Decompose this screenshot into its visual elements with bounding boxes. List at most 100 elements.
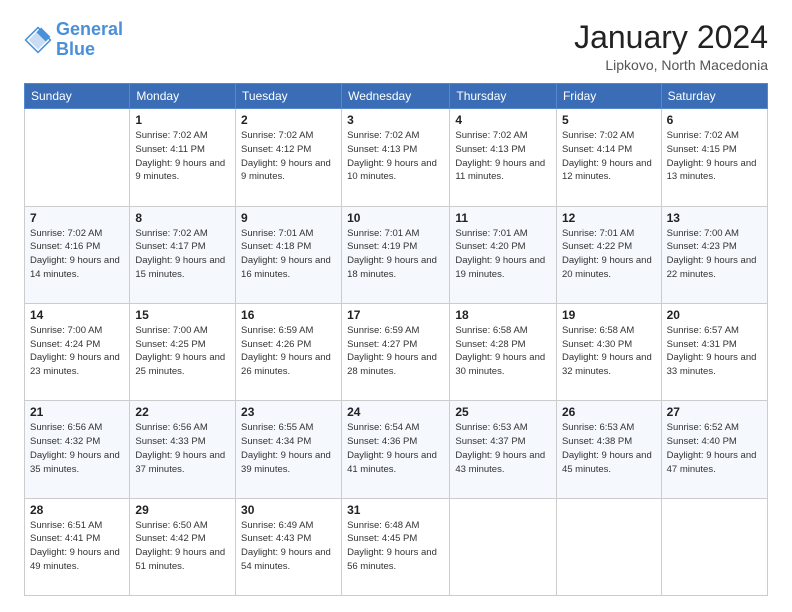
- week-row-5: 28 Sunrise: 6:51 AMSunset: 4:41 PMDayligh…: [25, 498, 768, 595]
- day-number: 11: [455, 211, 551, 225]
- page: General Blue January 2024 Lipkovo, North…: [0, 0, 792, 612]
- day-cell: 1 Sunrise: 7:02 AMSunset: 4:11 PMDaylight…: [130, 109, 236, 206]
- day-number: 1: [135, 113, 230, 127]
- day-info: Sunrise: 7:01 AMSunset: 4:18 PMDaylight:…: [241, 227, 336, 282]
- logo-line1: General: [56, 19, 123, 39]
- title-block: January 2024 Lipkovo, North Macedonia: [574, 20, 768, 73]
- week-row-2: 7Sunrise: 7:02 AMSunset: 4:16 PMDaylight…: [25, 206, 768, 303]
- day-cell: 12Sunrise: 7:01 AMSunset: 4:22 PMDayligh…: [556, 206, 661, 303]
- day-number: 22: [135, 405, 230, 419]
- day-info: Sunrise: 6:52 AMSunset: 4:40 PMDaylight:…: [667, 421, 762, 476]
- day-number: 24: [347, 405, 444, 419]
- day-header-sunday: Sunday: [25, 84, 130, 109]
- day-cell: [450, 498, 557, 595]
- day-info: Sunrise: 7:00 AMSunset: 4:23 PMDaylight:…: [667, 227, 762, 282]
- day-info: Sunrise: 6:53 AMSunset: 4:37 PMDaylight:…: [455, 421, 551, 476]
- day-number: 14: [30, 308, 124, 322]
- day-info: Sunrise: 6:58 AMSunset: 4:28 PMDaylight:…: [455, 324, 551, 379]
- week-row-1: 1 Sunrise: 7:02 AMSunset: 4:11 PMDaylight…: [25, 109, 768, 206]
- logo: General Blue: [24, 20, 123, 60]
- day-info: Sunrise: 7:02 AMSunset: 4:11 PMDaylight:…: [135, 129, 230, 184]
- day-number: 29: [135, 503, 230, 517]
- day-info: Sunrise: 7:02 AMSunset: 4:14 PMDaylight:…: [562, 129, 656, 184]
- day-cell: [661, 498, 767, 595]
- day-cell: 14 Sunrise: 7:00 AMSunset: 4:24 PMDayligh…: [25, 303, 130, 400]
- main-title: January 2024: [574, 20, 768, 55]
- day-header-friday: Friday: [556, 84, 661, 109]
- day-cell: 23Sunrise: 6:55 AMSunset: 4:34 PMDayligh…: [236, 401, 342, 498]
- day-info: Sunrise: 7:01 AMSunset: 4:19 PMDaylight:…: [347, 227, 444, 282]
- day-info: Sunrise: 6:51 AMSunset: 4:41 PMDaylight:…: [30, 519, 124, 574]
- day-number: 8: [135, 211, 230, 225]
- day-cell: 26 Sunrise: 6:53 AMSunset: 4:38 PMDayligh…: [556, 401, 661, 498]
- day-info: Sunrise: 6:57 AMSunset: 4:31 PMDaylight:…: [667, 324, 762, 379]
- day-header-saturday: Saturday: [661, 84, 767, 109]
- day-number: 13: [667, 211, 762, 225]
- day-number: 5: [562, 113, 656, 127]
- day-number: 19: [562, 308, 656, 322]
- day-info: Sunrise: 7:02 AMSunset: 4:13 PMDaylight:…: [347, 129, 444, 184]
- day-number: 27: [667, 405, 762, 419]
- day-number: 23: [241, 405, 336, 419]
- day-number: 28: [30, 503, 124, 517]
- day-number: 21: [30, 405, 124, 419]
- day-cell: 28 Sunrise: 6:51 AMSunset: 4:41 PMDayligh…: [25, 498, 130, 595]
- day-number: 15: [135, 308, 230, 322]
- day-cell: 18 Sunrise: 6:58 AMSunset: 4:28 PMDayligh…: [450, 303, 557, 400]
- day-number: 30: [241, 503, 336, 517]
- logo-text: General Blue: [56, 20, 123, 60]
- day-cell: 6 Sunrise: 7:02 AMSunset: 4:15 PMDaylight…: [661, 109, 767, 206]
- day-number: 6: [667, 113, 762, 127]
- day-info: Sunrise: 7:00 AMSunset: 4:24 PMDaylight:…: [30, 324, 124, 379]
- day-header-tuesday: Tuesday: [236, 84, 342, 109]
- day-info: Sunrise: 7:00 AMSunset: 4:25 PMDaylight:…: [135, 324, 230, 379]
- day-cell: 19 Sunrise: 6:58 AMSunset: 4:30 PMDayligh…: [556, 303, 661, 400]
- logo-icon: [24, 26, 52, 54]
- day-cell: 9Sunrise: 7:01 AMSunset: 4:18 PMDaylight…: [236, 206, 342, 303]
- day-info: Sunrise: 6:59 AMSunset: 4:26 PMDaylight:…: [241, 324, 336, 379]
- day-cell: 29 Sunrise: 6:50 AMSunset: 4:42 PMDayligh…: [130, 498, 236, 595]
- day-cell: 17Sunrise: 6:59 AMSunset: 4:27 PMDayligh…: [342, 303, 450, 400]
- day-number: 26: [562, 405, 656, 419]
- day-cell: 22 Sunrise: 6:56 AMSunset: 4:33 PMDayligh…: [130, 401, 236, 498]
- day-number: 18: [455, 308, 551, 322]
- day-info: Sunrise: 6:50 AMSunset: 4:42 PMDaylight:…: [135, 519, 230, 574]
- week-row-4: 21 Sunrise: 6:56 AMSunset: 4:32 PMDayligh…: [25, 401, 768, 498]
- day-info: Sunrise: 7:01 AMSunset: 4:20 PMDaylight:…: [455, 227, 551, 282]
- day-cell: [25, 109, 130, 206]
- subtitle: Lipkovo, North Macedonia: [574, 57, 768, 73]
- day-cell: 4Sunrise: 7:02 AMSunset: 4:13 PMDaylight…: [450, 109, 557, 206]
- day-info: Sunrise: 6:53 AMSunset: 4:38 PMDaylight:…: [562, 421, 656, 476]
- day-number: 4: [455, 113, 551, 127]
- day-cell: 21 Sunrise: 6:56 AMSunset: 4:32 PMDayligh…: [25, 401, 130, 498]
- day-number: 25: [455, 405, 551, 419]
- day-header-monday: Monday: [130, 84, 236, 109]
- day-number: 3: [347, 113, 444, 127]
- day-info: Sunrise: 6:48 AMSunset: 4:45 PMDaylight:…: [347, 519, 444, 574]
- day-number: 12: [562, 211, 656, 225]
- day-cell: 7Sunrise: 7:02 AMSunset: 4:16 PMDaylight…: [25, 206, 130, 303]
- calendar-table: SundayMondayTuesdayWednesdayThursdayFrid…: [24, 83, 768, 596]
- day-cell: 20Sunrise: 6:57 AMSunset: 4:31 PMDayligh…: [661, 303, 767, 400]
- header: General Blue January 2024 Lipkovo, North…: [24, 20, 768, 73]
- day-cell: 31Sunrise: 6:48 AMSunset: 4:45 PMDayligh…: [342, 498, 450, 595]
- day-info: Sunrise: 6:56 AMSunset: 4:32 PMDaylight:…: [30, 421, 124, 476]
- day-cell: 2Sunrise: 7:02 AMSunset: 4:12 PMDaylight…: [236, 109, 342, 206]
- week-row-3: 14 Sunrise: 7:00 AMSunset: 4:24 PMDayligh…: [25, 303, 768, 400]
- day-info: Sunrise: 7:02 AMSunset: 4:15 PMDaylight:…: [667, 129, 762, 184]
- logo-line2: Blue: [56, 39, 95, 59]
- day-number: 16: [241, 308, 336, 322]
- day-number: 7: [30, 211, 124, 225]
- day-cell: 13 Sunrise: 7:00 AMSunset: 4:23 PMDayligh…: [661, 206, 767, 303]
- day-info: Sunrise: 6:56 AMSunset: 4:33 PMDaylight:…: [135, 421, 230, 476]
- day-cell: 27 Sunrise: 6:52 AMSunset: 4:40 PMDayligh…: [661, 401, 767, 498]
- day-number: 17: [347, 308, 444, 322]
- day-cell: 25 Sunrise: 6:53 AMSunset: 4:37 PMDayligh…: [450, 401, 557, 498]
- day-cell: 10Sunrise: 7:01 AMSunset: 4:19 PMDayligh…: [342, 206, 450, 303]
- day-header-wednesday: Wednesday: [342, 84, 450, 109]
- day-info: Sunrise: 6:58 AMSunset: 4:30 PMDaylight:…: [562, 324, 656, 379]
- day-info: Sunrise: 6:54 AMSunset: 4:36 PMDaylight:…: [347, 421, 444, 476]
- day-header-thursday: Thursday: [450, 84, 557, 109]
- day-info: Sunrise: 7:02 AMSunset: 4:17 PMDaylight:…: [135, 227, 230, 282]
- day-info: Sunrise: 7:02 AMSunset: 4:12 PMDaylight:…: [241, 129, 336, 184]
